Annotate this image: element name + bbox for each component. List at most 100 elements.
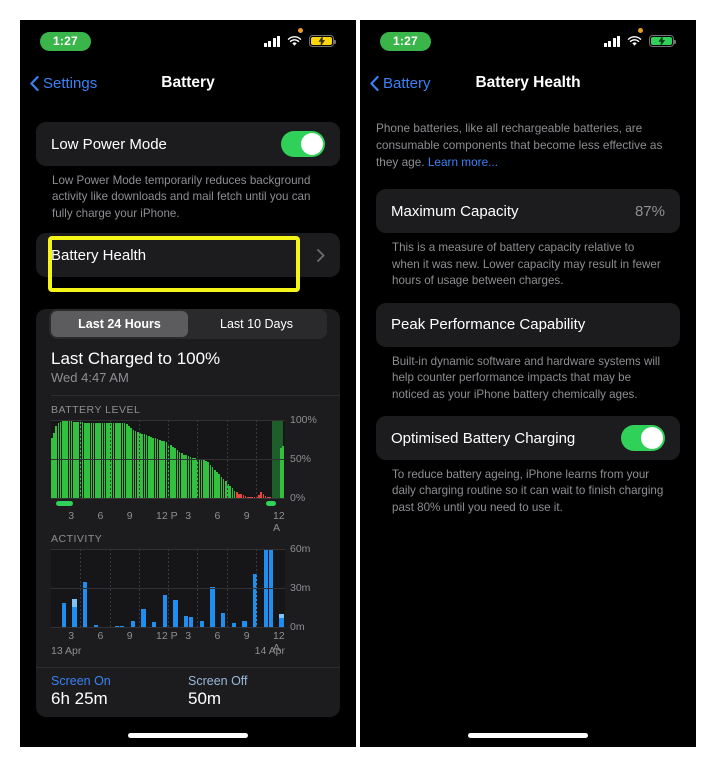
- optimised-charging-card: Optimised Battery Charging: [376, 416, 680, 460]
- activity-bar-background-segment: [72, 598, 77, 607]
- battery-health-label: Battery Health: [51, 246, 147, 264]
- peak-performance-footnote: Built-in dynamic software and hardware s…: [392, 354, 661, 401]
- battery-health-content: Maximum Capacity 87% This is a measure o…: [360, 189, 696, 516]
- back-button-settings[interactable]: Settings: [20, 75, 97, 92]
- battery-health-intro: Phone batteries, like all rechargeable b…: [360, 104, 696, 171]
- back-button-battery[interactable]: Battery: [360, 75, 431, 92]
- x-axis-tick-label: 3: [68, 510, 75, 523]
- home-indicator[interactable]: [468, 733, 588, 738]
- screen-off-label: Screen Off: [188, 674, 248, 689]
- activity-bar: [72, 598, 77, 628]
- intro-text: Phone batteries, like all rechargeable b…: [376, 121, 663, 170]
- gridline-vertical: [138, 549, 140, 628]
- nav-bar-left: Settings Battery: [20, 62, 356, 104]
- optimised-charging-toggle[interactable]: [621, 425, 665, 451]
- charging-indicator-segment: [55, 501, 74, 507]
- maximum-capacity-value: 87%: [634, 202, 665, 220]
- screen-on-label: Screen On: [51, 674, 111, 689]
- gridline-vertical: [168, 549, 169, 628]
- chevron-left-icon: [30, 75, 39, 91]
- battery-settings-content: Low Power Mode Low Power Mode temporaril…: [20, 104, 356, 718]
- activity-bar: [61, 602, 66, 628]
- screenshot-stage: 1:27 Settings Battery Low Power Mode Low…: [0, 0, 716, 767]
- learn-more-link[interactable]: Learn more...: [428, 155, 498, 169]
- gridline-vertical: [197, 549, 199, 628]
- gridline-vertical: [255, 549, 257, 628]
- peak-performance-label: Peak Performance Capability: [391, 316, 586, 334]
- activity-y-axis: 0m 30m 60m: [285, 543, 325, 633]
- time-range-segmented-control[interactable]: Last 24 Hours Last 10 Days: [49, 309, 327, 340]
- gridline-vertical: [80, 420, 82, 499]
- nav-bar-right: Battery Battery Health: [360, 62, 696, 104]
- activity-x-axis: 3 6 9 12 P 3 6 9 12 A: [51, 627, 285, 654]
- date-start-label: 13 Apr: [51, 645, 82, 658]
- battery-charging-lowpower-icon: [309, 35, 336, 47]
- screen-on-column: Screen On 6h 25m: [51, 674, 188, 709]
- wifi-icon: [287, 35, 302, 46]
- gridline-vertical: [80, 549, 82, 628]
- low-power-mode-card: Low Power Mode: [36, 122, 340, 166]
- battery-level-x-axis: 3 6 9 12 P 3 6 9 12 A: [51, 507, 285, 534]
- status-time: 1:27: [380, 31, 431, 51]
- cellular-signal-icon: [603, 35, 620, 47]
- privacy-indicator-dot: [638, 28, 643, 33]
- last-charged-title: Last Charged to 100%: [51, 349, 221, 369]
- activity-bar: [210, 587, 215, 628]
- y-axis-tick-label: 30m: [290, 582, 311, 595]
- low-power-mode-label: Low Power Mode: [51, 135, 167, 153]
- toggle-knob: [641, 427, 663, 449]
- home-indicator[interactable]: [128, 733, 248, 738]
- x-axis-tick-label: 6: [97, 630, 104, 643]
- activity-bar: [141, 609, 146, 628]
- activity-bar: [183, 615, 189, 628]
- maximum-capacity-row: Maximum Capacity 87%: [376, 189, 680, 233]
- activity-bar: [162, 594, 167, 628]
- peak-performance-card: Peak Performance Capability: [376, 302, 680, 347]
- gridline-vertical: [226, 420, 228, 499]
- optimised-charging-footnote: To reduce battery ageing, iPhone learns …: [392, 468, 664, 514]
- y-axis-tick-label: 60m: [290, 543, 311, 556]
- phone-screen-battery: 1:27 Settings Battery Low Power Mode Low…: [20, 20, 356, 747]
- x-axis-tick-label: 12 P: [156, 630, 178, 643]
- optimised-charging-row[interactable]: Optimised Battery Charging: [376, 416, 680, 460]
- wifi-icon: [627, 35, 642, 46]
- phone-screen-battery-health: 1:27 Battery Battery Health Phone batter…: [360, 20, 696, 747]
- screen-on-value: 6h 25m: [51, 689, 108, 709]
- battery-level-y-axis: 0% 50% 100%: [285, 414, 325, 504]
- battery-health-row[interactable]: Battery Health: [36, 233, 340, 277]
- gridline-horizontal: [51, 498, 285, 500]
- status-bar-left: 1:27: [20, 20, 356, 62]
- gridline-vertical: [226, 549, 228, 628]
- battery-charging-icon: [649, 35, 676, 47]
- charging-indicator-segment: [266, 501, 276, 507]
- peak-performance-row: Peak Performance Capability: [376, 303, 680, 347]
- screen-off-column: Screen Off 50m: [188, 674, 325, 709]
- status-bar-right: 1:27: [360, 20, 696, 62]
- gridline-vertical: [255, 420, 257, 499]
- gridline-vertical: [197, 420, 199, 499]
- low-power-mode-toggle[interactable]: [281, 131, 325, 157]
- battery-level-chart: 0% 50% 100%: [51, 414, 325, 504]
- maximum-capacity-label: Maximum Capacity: [391, 202, 519, 220]
- battery-health-card: Battery Health: [36, 233, 340, 278]
- last-charged-subtitle: Wed 4:47 AM: [51, 370, 129, 386]
- activity-bar-background-segment: [279, 614, 284, 619]
- x-axis-tick-label: 12 A: [273, 510, 285, 535]
- gridline-vertical: [109, 420, 111, 499]
- x-axis-tick-label: 6: [97, 510, 104, 523]
- low-power-mode-row[interactable]: Low Power Mode: [36, 122, 340, 166]
- maximum-capacity-card: Maximum Capacity 87%: [376, 189, 680, 234]
- activity-bar: [189, 616, 194, 628]
- segment-last-10-days[interactable]: Last 10 Days: [188, 311, 325, 337]
- x-axis-tick-label: 3: [185, 510, 192, 523]
- x-axis-tick-label: 12 P: [156, 510, 178, 523]
- y-axis-tick-label: 0%: [290, 492, 306, 505]
- optimised-charging-label: Optimised Battery Charging: [391, 429, 576, 447]
- activity-bar: [173, 600, 178, 628]
- low-power-mode-footnote: Low Power Mode temporarily reduces backg…: [52, 174, 311, 220]
- segment-last-24-hours[interactable]: Last 24 Hours: [51, 311, 188, 338]
- charging-indicator-track: [51, 500, 285, 507]
- back-button-label: Battery: [383, 74, 431, 92]
- maximum-capacity-footnote: This is a measure of battery capacity re…: [392, 241, 661, 288]
- activity-chart: 0m 30m 60m: [51, 543, 325, 633]
